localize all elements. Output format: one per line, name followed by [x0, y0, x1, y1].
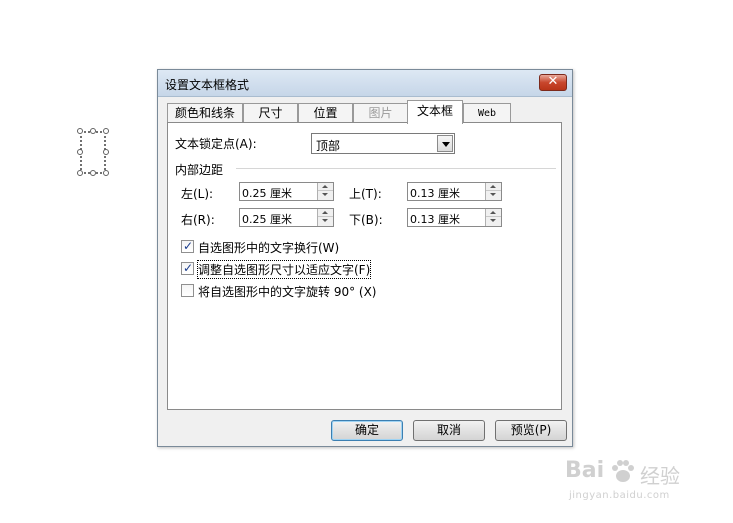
resize-handle-left[interactable] [77, 149, 83, 155]
tab-web[interactable]: Web [463, 103, 511, 123]
margin-left-label: 左(L): [181, 187, 214, 201]
anchor-select[interactable]: 顶部 [311, 133, 455, 154]
baidu-jingyan-watermark: Bai 经验 jingyan.baidu.com [565, 458, 695, 508]
close-button[interactable]: ✕ [539, 74, 567, 91]
chevron-down-icon[interactable] [437, 135, 453, 152]
spin-down-icon[interactable] [486, 191, 501, 199]
resize-handle-bottom-right[interactable] [103, 170, 109, 176]
tab-picture: 图片 [353, 103, 408, 123]
margin-bottom-spinner[interactable]: 0.13 厘米 [407, 208, 502, 227]
word-wrap-label[interactable]: 自选图形中的文字换行(W) [198, 239, 339, 256]
checkmark-icon: ✓ [183, 239, 194, 253]
selected-text-box-shape[interactable] [77, 128, 109, 176]
anchor-label: 文本锁定点(A): [175, 137, 257, 151]
margin-bottom-label: 下(B): [349, 213, 383, 227]
resize-handle-top-left[interactable] [77, 128, 83, 134]
spin-up-icon[interactable] [318, 183, 333, 191]
spin-down-icon[interactable] [318, 217, 333, 225]
spin-up-icon[interactable] [486, 209, 501, 217]
spin-up-icon[interactable] [486, 183, 501, 191]
word-wrap-checkbox[interactable]: ✓ [181, 239, 194, 253]
margin-top-spinner[interactable]: 0.13 厘米 [407, 182, 502, 201]
tab-text-box[interactable]: 文本框 [407, 100, 463, 124]
margin-left-value[interactable]: 0.25 厘米 [242, 185, 292, 201]
spin-down-icon[interactable] [318, 191, 333, 199]
autofit-label[interactable]: 调整自选图形尺寸以适应文字(F) [196, 260, 372, 279]
dialog-titlebar[interactable]: 设置文本框格式 ✕ [158, 70, 572, 97]
spin-up-icon[interactable] [318, 209, 333, 217]
tab-colors-and-lines[interactable]: 颜色和线条 [167, 103, 243, 123]
ok-button[interactable]: 确定 [331, 420, 403, 441]
watermark-text: 经验 [640, 464, 680, 488]
anchor-select-value: 顶部 [316, 139, 341, 153]
margin-right-label: 右(R): [181, 213, 215, 227]
tab-size[interactable]: 尺寸 [243, 103, 298, 123]
margin-top-value[interactable]: 0.13 厘米 [410, 185, 460, 201]
margin-top-label: 上(T): [349, 187, 382, 201]
paw-logo-icon [612, 460, 634, 482]
margin-bottom-value[interactable]: 0.13 厘米 [410, 211, 460, 227]
watermark-brand: Bai [565, 458, 605, 483]
rotate-text-checkbox[interactable] [181, 284, 194, 297]
margin-left-spinner[interactable]: 0.25 厘米 [239, 182, 334, 201]
checkmark-icon: ✓ [183, 261, 194, 275]
group-divider [236, 168, 556, 169]
preview-button[interactable]: 预览(P) [495, 420, 567, 441]
margin-right-spinner[interactable]: 0.25 厘米 [239, 208, 334, 227]
text-box-tab-panel: 文本锁定点(A): 顶部 内部边距 左(L): 0.25 厘米 上(T): 0.… [167, 122, 562, 410]
resize-handle-top-right[interactable] [103, 128, 109, 134]
format-text-box-dialog: 设置文本框格式 ✕ 颜色和线条 尺寸 位置 图片 文本框 Web 文本锁定点(A… [157, 69, 573, 447]
margin-right-value[interactable]: 0.25 厘米 [242, 211, 292, 227]
cancel-button[interactable]: 取消 [413, 420, 485, 441]
watermark-url: jingyan.baidu.com [569, 490, 670, 501]
resize-handle-top[interactable] [90, 128, 96, 134]
resize-handle-bottom[interactable] [90, 170, 96, 176]
resize-handle-bottom-left[interactable] [77, 170, 83, 176]
tab-position[interactable]: 位置 [298, 103, 353, 123]
resize-handle-right[interactable] [103, 149, 109, 155]
spin-down-icon[interactable] [486, 217, 501, 225]
autofit-checkbox[interactable]: ✓ [181, 261, 194, 275]
dialog-title: 设置文本框格式 [165, 78, 250, 92]
close-icon: ✕ [547, 74, 559, 89]
rotate-text-label[interactable]: 将自选图形中的文字旋转 90° (X) [198, 283, 376, 300]
internal-margin-group-label: 内部边距 [175, 163, 224, 177]
